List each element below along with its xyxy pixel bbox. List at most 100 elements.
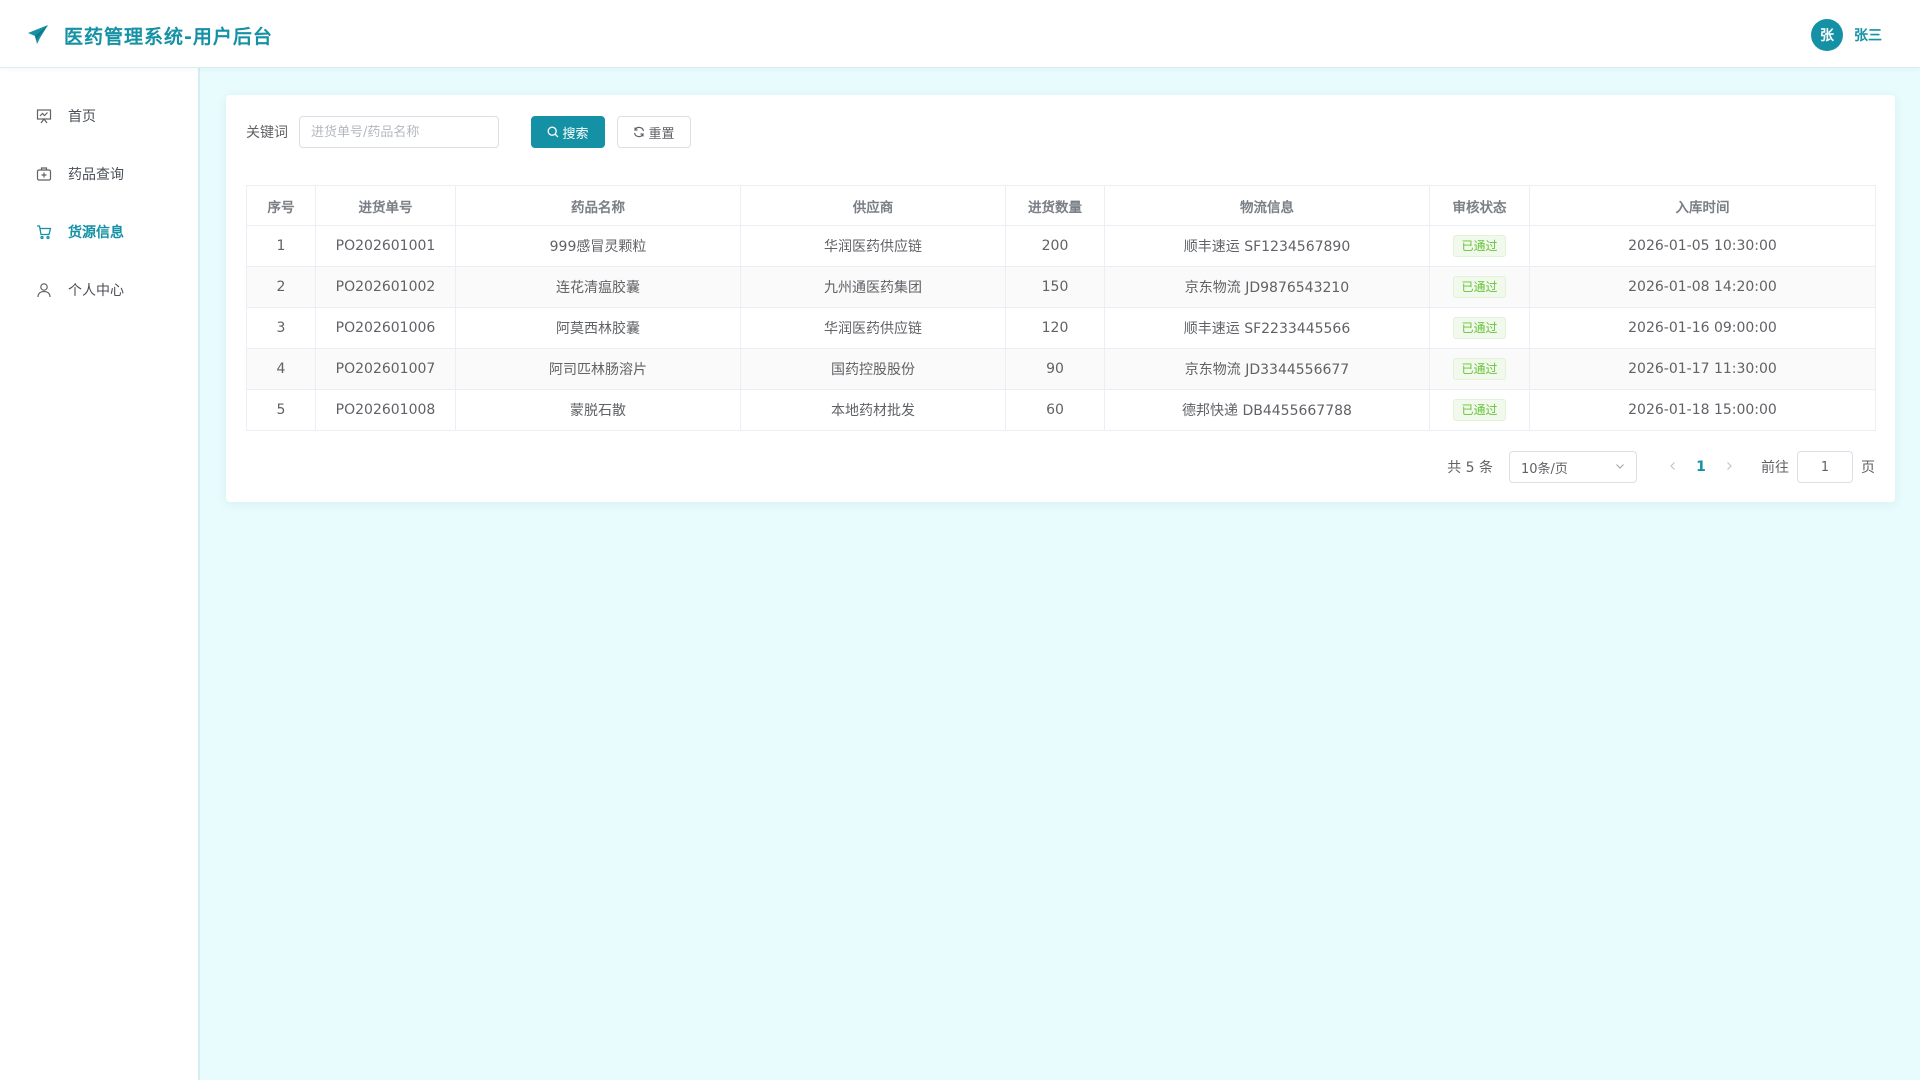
cell-status: 已通过 [1429,225,1530,267]
cell-qty: 120 [1005,307,1105,349]
cell-order-no: PO202601007 [315,348,456,390]
page-number-current[interactable]: 1 [1685,451,1717,483]
sidebar-item-label: 货源信息 [68,225,124,241]
page-unit-label: 页 [1861,460,1875,476]
cell-time: 2026-01-08 14:20:00 [1529,266,1876,308]
user-name[interactable]: 张三 [1854,25,1882,45]
user-menu[interactable]: 张 张三 [1811,19,1882,51]
cell-supplier: 本地药材批发 [740,389,1006,431]
table-header-row: 序号 进货单号 药品名称 供应商 进货数量 物流信息 审核状态 入库时间 [246,185,1876,226]
sidebar-item-home[interactable]: 首页 [0,87,198,145]
cell-time: 2026-01-05 10:30:00 [1529,225,1876,267]
cell-order-no: PO202601001 [315,225,456,267]
column-header: 入库时间 [1529,185,1876,226]
next-page-button[interactable] [1717,451,1741,483]
sidebar-item-profile[interactable]: 个人中心 [0,261,198,319]
cell-time: 2026-01-18 15:00:00 [1529,389,1876,431]
chevron-down-icon [1615,460,1625,475]
sidebar-item-label: 个人中心 [68,283,124,299]
status-badge: 已通过 [1453,235,1506,257]
column-header: 供应商 [740,185,1006,226]
table-row[interactable]: 2 PO202601002 连花清瘟胶囊 九州通医药集团 150 京东物流 JD… [246,266,1876,308]
cell-status: 已通过 [1429,307,1530,349]
cell-qty: 60 [1005,389,1105,431]
cell-drug: 蒙脱石散 [455,389,741,431]
column-header: 物流信息 [1104,185,1430,226]
reset-button[interactable]: 重置 [617,116,691,148]
cell-logistics: 京东物流 JD3344556677 [1104,348,1430,390]
table-row[interactable]: 5 PO202601008 蒙脱石散 本地药材批发 60 德邦快递 DB4455… [246,389,1876,431]
presentation-board-icon [35,107,53,125]
cell-order-no: PO202601008 [315,389,456,431]
paper-plane-icon [26,23,50,47]
column-header: 审核状态 [1429,185,1530,226]
supply-table: 序号 进货单号 药品名称 供应商 进货数量 物流信息 审核状态 入库时间 1 P… [246,185,1876,431]
sidebar-item-drug-query[interactable]: 药品查询 [0,145,198,203]
pagination: 共 5 条 10条/页 1 前往 页 [1447,451,1875,483]
cell-supplier: 华润医药供应链 [740,307,1006,349]
status-badge: 已通过 [1453,317,1506,339]
column-header: 序号 [246,185,316,226]
table-row[interactable]: 3 PO202601006 阿莫西林胶囊 华润医药供应链 120 顺丰速运 SF… [246,307,1876,349]
sidebar-item-supply-info[interactable]: 货源信息 [0,203,198,261]
sidebar-item-label: 首页 [68,109,96,125]
cell-status: 已通过 [1429,348,1530,390]
page-size-value: 10条/页 [1521,461,1568,477]
sidebar-item-label: 药品查询 [68,167,124,183]
cell-status: 已通过 [1429,266,1530,308]
table-row[interactable]: 1 PO202601001 999感冒灵颗粒 华润医药供应链 200 顺丰速运 … [246,225,1876,267]
cell-order-no: PO202601006 [315,307,456,349]
status-badge: 已通过 [1453,399,1506,421]
column-header: 进货单号 [315,185,456,226]
cell-supplier: 华润医药供应链 [740,225,1006,267]
cell-index: 4 [246,348,316,390]
reset-button-label: 重置 [648,126,675,142]
sidebar: 首页 药品查询 货源信息 个人中心 [0,68,200,1080]
cell-drug: 阿司匹林肠溶片 [455,348,741,390]
cell-index: 2 [246,266,316,308]
cell-time: 2026-01-17 11:30:00 [1529,348,1876,390]
goto-label: 前往 [1761,460,1789,476]
cell-qty: 90 [1005,348,1105,390]
brand: 医药管理系统-用户后台 [26,22,273,48]
keyword-input[interactable] [299,116,499,148]
total-count: 共 5 条 [1447,460,1493,476]
cell-supplier: 国药控股股份 [740,348,1006,390]
cell-qty: 200 [1005,225,1105,267]
app-title: 医药管理系统-用户后台 [64,25,273,48]
cell-logistics: 顺丰速运 SF2233445566 [1104,307,1430,349]
search-button[interactable]: 搜索 [531,116,605,148]
cell-logistics: 顺丰速运 SF1234567890 [1104,225,1430,267]
cell-order-no: PO202601002 [315,266,456,308]
cell-index: 3 [246,307,316,349]
user-icon [35,281,53,299]
main-content: 关键词 搜索 [200,68,1920,1080]
prev-page-button[interactable] [1661,451,1685,483]
cell-supplier: 九州通医药集团 [740,266,1006,308]
cell-logistics: 京东物流 JD9876543210 [1104,266,1430,308]
medicine-box-icon [35,165,53,183]
search-bar: 关键词 搜索 [246,116,691,148]
supply-card: 关键词 搜索 [226,95,1895,502]
search-button-label: 搜索 [562,126,589,142]
cell-status: 已通过 [1429,389,1530,431]
status-badge: 已通过 [1453,358,1506,380]
keyword-label: 关键词 [246,125,288,141]
goto-page-input[interactable] [1797,451,1853,483]
top-header: 医药管理系统-用户后台 张 张三 [0,0,1920,68]
cell-drug: 连花清瘟胶囊 [455,266,741,308]
column-header: 药品名称 [455,185,741,226]
page-size-select[interactable]: 10条/页 [1509,451,1637,483]
status-badge: 已通过 [1453,276,1506,298]
cell-qty: 150 [1005,266,1105,308]
cell-index: 5 [246,389,316,431]
cell-time: 2026-01-16 09:00:00 [1529,307,1876,349]
cell-logistics: 德邦快递 DB4455667788 [1104,389,1430,431]
chevron-left-icon [1668,459,1678,475]
cell-index: 1 [246,225,316,267]
shopping-cart-icon [35,223,53,241]
cell-drug: 999感冒灵颗粒 [455,225,741,267]
search-icon [547,126,559,138]
table-row[interactable]: 4 PO202601007 阿司匹林肠溶片 国药控股股份 90 京东物流 JD3… [246,348,1876,390]
avatar[interactable]: 张 [1811,19,1843,51]
